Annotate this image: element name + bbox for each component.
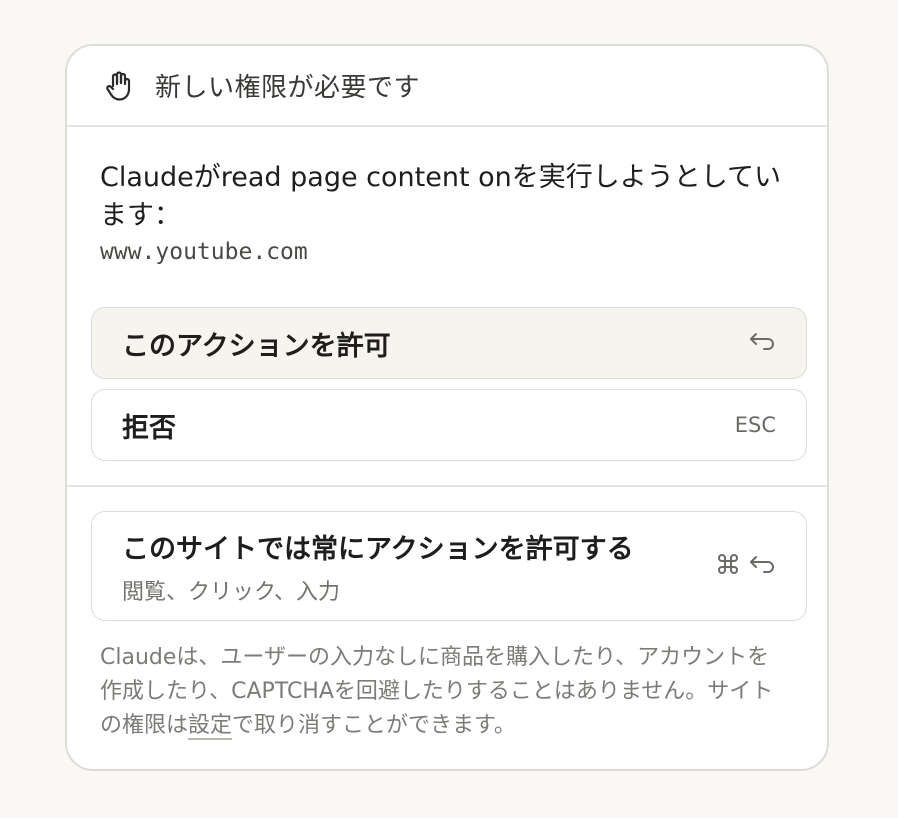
- request-message: Claudeがread page content onを実行しようとしています：: [100, 162, 781, 231]
- allow-action-label: このアクションを許可: [122, 330, 391, 362]
- deny-shortcut: ESC: [734, 413, 776, 437]
- always-allow-label: このサイトでは常にアクションを許可する: [122, 533, 634, 565]
- always-allow-scope: 閲覧、クリック、入力: [122, 579, 341, 605]
- hand-icon: [103, 70, 135, 102]
- dialog-header: 新しい権限が必要です: [67, 46, 827, 127]
- section-divider: [67, 485, 827, 487]
- always-allow-button[interactable]: このサイトでは常にアクションを許可する 閲覧、クリック、入力: [91, 511, 807, 621]
- deny-button[interactable]: 拒否 ESC: [91, 389, 807, 461]
- footer-note: Claudeは、ユーザーの入力なしに商品を購入したり、アカウントを作成したり、C…: [100, 641, 790, 743]
- permission-dialog: 新しい権限が必要です Claudeがread page content onを実…: [65, 44, 829, 771]
- allow-shortcut: [748, 330, 776, 357]
- deny-label: 拒否: [122, 412, 176, 444]
- return-icon: [748, 330, 776, 357]
- dialog-title: 新しい権限が必要です: [155, 73, 421, 103]
- always-allow-shortcut: [716, 552, 776, 581]
- command-icon: [716, 552, 740, 581]
- return-icon: [748, 553, 776, 580]
- always-allow-texts: このサイトでは常にアクションを許可する 閲覧、クリック、入力: [122, 527, 634, 606]
- settings-link[interactable]: 設定: [188, 713, 232, 738]
- request-domain: www.youtube.com: [100, 239, 308, 265]
- allow-action-button[interactable]: このアクションを許可: [91, 307, 807, 379]
- dialog-body: Claudeがread page content onを実行しようとしています：…: [67, 127, 827, 743]
- footer-text-after: で取り消すことができます。: [232, 713, 516, 738]
